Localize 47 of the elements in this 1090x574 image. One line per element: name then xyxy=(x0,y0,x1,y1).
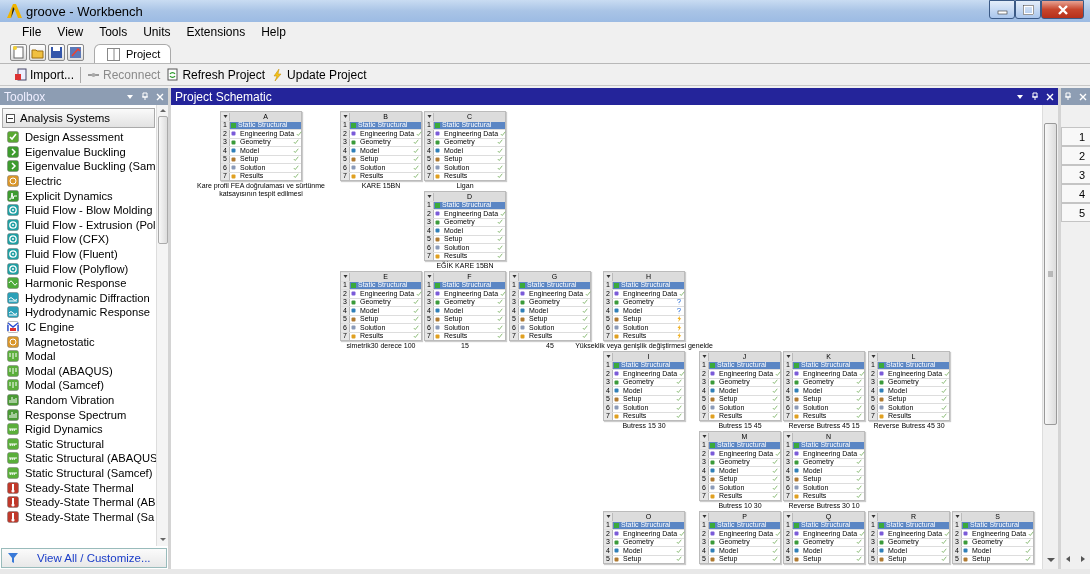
toolbox-item[interactable]: Fluid Flow (Polyflow) xyxy=(0,261,156,276)
toolbox-item[interactable]: Electric xyxy=(0,173,156,189)
toolbar-button[interactable]: Refresh Project xyxy=(166,67,266,82)
toolbox-item[interactable]: Modal (Samcef) xyxy=(0,378,156,393)
toolbox-item[interactable]: Steady-State Thermal (AB xyxy=(0,494,156,510)
menu-item[interactable]: Help xyxy=(253,25,294,39)
group-header[interactable]: Analysis Systems xyxy=(2,108,155,128)
toolbox-item[interactable]: Static Structural xyxy=(0,436,156,452)
toolbox-item[interactable]: IC Engine xyxy=(0,319,156,335)
view-all-button[interactable]: View All / Customize... xyxy=(1,548,167,568)
toolbox-item[interactable]: Explicit Dynamics xyxy=(0,188,156,203)
panel-title: Toolbox xyxy=(4,89,47,104)
window-title: groove - Workbench xyxy=(26,3,144,19)
toolbox-item[interactable]: Modal xyxy=(0,348,156,364)
toolbox-item[interactable]: Static Structural (Samcef) xyxy=(0,465,156,481)
toolbox-item[interactable]: Modal (ABAQUS) xyxy=(0,363,156,379)
toolbox-item[interactable]: Harmonic Response xyxy=(0,275,156,291)
toolbox-item[interactable]: Hydrodynamic Diffraction xyxy=(0,290,156,306)
menu-item[interactable]: File xyxy=(14,25,50,39)
toolbox-item[interactable]: Magnetostatic xyxy=(0,334,156,349)
side-tab[interactable]: 2 xyxy=(1061,146,1090,165)
menu-item[interactable]: Units xyxy=(135,25,179,39)
side-tab[interactable]: 4 xyxy=(1061,184,1090,203)
toolbar-button[interactable]: Import... xyxy=(14,67,74,82)
project-tab[interactable]: Project xyxy=(94,44,172,63)
side-tab[interactable]: 1 xyxy=(1061,127,1090,146)
toolbox-item[interactable]: Eigenvalue Buckling xyxy=(0,144,156,160)
toolbar-button[interactable]: Update Project xyxy=(271,67,367,82)
menu-item[interactable]: Tools xyxy=(91,25,136,39)
menu-item[interactable]: Extensions xyxy=(178,25,254,39)
toolbox-item[interactable]: Fluid Flow - Blow Molding xyxy=(0,202,156,218)
toolbox-item[interactable]: Steady-State Thermal xyxy=(0,480,156,495)
side-tab[interactable]: 5 xyxy=(1061,203,1090,222)
toolbox-item[interactable]: Eigenvalue Buckling (Sam xyxy=(0,159,156,174)
toolbox-item[interactable]: Design Assessment xyxy=(0,130,156,145)
toolbox-item[interactable]: Random Vibration xyxy=(0,392,156,408)
toolbox-item[interactable]: Rigid Dynamics xyxy=(0,421,156,437)
panel-title: Project Schematic xyxy=(175,89,273,104)
toolbox-item[interactable]: Response Spectrum xyxy=(0,407,156,422)
toolbox-item[interactable]: Fluid Flow (Fluent) xyxy=(0,246,156,262)
toolbox-item[interactable]: Fluid Flow - Extrusion (Pol xyxy=(0,217,156,233)
side-tab[interactable]: 3 xyxy=(1061,165,1090,184)
toolbox-item[interactable]: Static Structural (ABAQUS xyxy=(0,451,156,466)
toolbox-item[interactable]: Steady-State Thermal (Sa xyxy=(0,509,156,525)
toolbox-item[interactable]: Hydrodynamic Response xyxy=(0,305,156,320)
toolbox-item[interactable]: Fluid Flow (CFX) xyxy=(0,232,156,247)
menu-item[interactable]: View xyxy=(49,25,92,39)
